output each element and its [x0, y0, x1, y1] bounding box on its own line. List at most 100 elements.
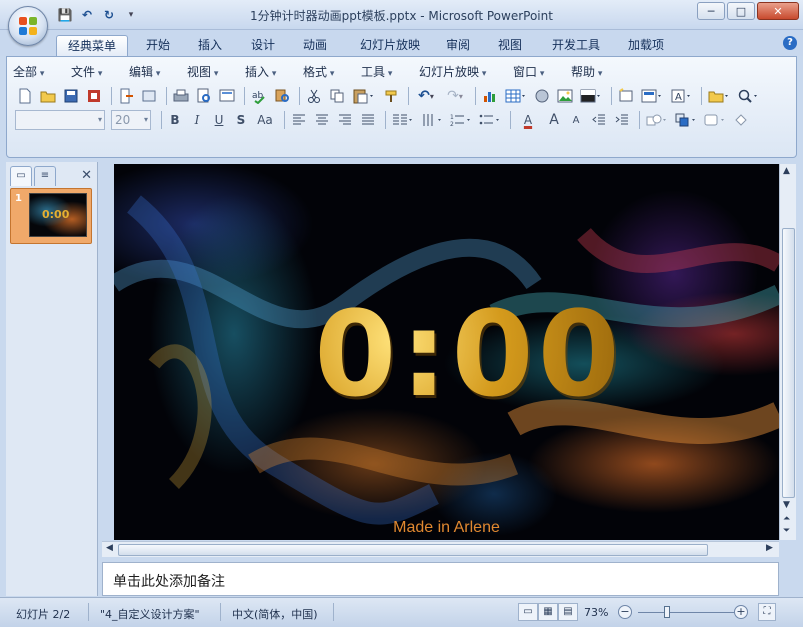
scroll-down-icon[interactable]: ▼ — [783, 500, 790, 510]
menu-file[interactable]: 文件 — [71, 63, 129, 81]
zoom-slider-track[interactable] — [638, 612, 734, 613]
folder-icon[interactable] — [706, 86, 732, 106]
open-icon[interactable] — [38, 86, 58, 106]
zoom-slider-thumb[interactable] — [664, 606, 670, 618]
fit-to-window-button[interactable]: ⛶ — [758, 603, 776, 621]
vertical-scrollbar[interactable]: ▲ ▼ ⏶ ⏷ — [779, 164, 796, 540]
research-icon[interactable] — [272, 86, 292, 106]
minimize-button[interactable]: ─ — [697, 2, 725, 20]
new-icon[interactable] — [15, 86, 35, 106]
increase-indent-icon[interactable] — [612, 110, 632, 130]
horizontal-scrollbar[interactable]: ◀ ▶ — [102, 541, 779, 557]
vertical-scroll-thumb[interactable] — [782, 228, 795, 498]
tab-view[interactable]: 视图 — [490, 35, 530, 56]
grow-font-button[interactable]: A — [545, 111, 563, 129]
shape-fill-icon[interactable] — [731, 110, 751, 130]
format-painter-icon[interactable] — [381, 86, 401, 106]
copy-icon[interactable] — [327, 86, 347, 106]
columns-icon[interactable] — [390, 110, 416, 130]
shapes-icon[interactable] — [644, 110, 670, 130]
insert-picture-icon[interactable] — [555, 86, 575, 106]
menu-all[interactable]: 全部 — [13, 63, 71, 81]
print-preview-icon[interactable] — [194, 86, 214, 106]
text-box-icon[interactable]: A — [668, 86, 694, 106]
slides-tab[interactable]: ▭ — [10, 166, 32, 186]
bold-button[interactable]: B — [166, 111, 184, 129]
zoom-level[interactable]: 73% — [584, 606, 608, 619]
tab-home[interactable]: 开始 — [138, 35, 178, 56]
arrange-icon[interactable] — [673, 110, 699, 130]
menu-help[interactable]: 帮助 — [571, 63, 621, 81]
scroll-left-icon[interactable]: ◀ — [106, 543, 113, 553]
spelling-icon[interactable]: ab — [249, 86, 269, 106]
decrease-indent-icon[interactable] — [589, 110, 609, 130]
numbering-icon[interactable]: 12 — [448, 110, 474, 130]
undo-icon[interactable]: ↶ ▾ — [413, 86, 439, 106]
zoom-in-button[interactable]: + — [734, 605, 748, 619]
notes-pane[interactable]: 单击此处添加备注 — [102, 562, 779, 596]
maximize-button[interactable]: □ — [727, 2, 755, 20]
previous-slide-icon[interactable]: ⏶ — [783, 514, 790, 524]
outline-tab[interactable]: ≡ — [34, 166, 56, 186]
normal-view-button[interactable]: ▭ — [518, 603, 538, 621]
slide-color-icon[interactable] — [578, 86, 604, 106]
menu-insert[interactable]: 插入 — [245, 63, 303, 81]
menu-format[interactable]: 格式 — [303, 63, 361, 81]
office-button[interactable] — [8, 6, 48, 46]
cut-icon[interactable] — [304, 86, 324, 106]
find-icon[interactable] — [735, 86, 761, 106]
slide-thumbnail[interactable]: 1 0:00 — [10, 188, 92, 244]
tab-addins[interactable]: 加载项 — [620, 35, 672, 56]
slide-design-icon[interactable] — [639, 86, 665, 106]
quick-styles-icon[interactable] — [702, 110, 728, 130]
menu-tools[interactable]: 工具 — [361, 63, 419, 81]
slide-layout-icon[interactable] — [217, 86, 237, 106]
tab-design[interactable]: 设计 — [243, 35, 283, 56]
permission-icon[interactable] — [84, 86, 104, 106]
change-case-button[interactable]: Aa — [254, 111, 276, 129]
tab-developer[interactable]: 开发工具 — [544, 35, 608, 56]
print-icon[interactable] — [171, 86, 191, 106]
theme-name[interactable]: "4_自定义设计方案" — [100, 606, 200, 622]
font-name-select[interactable]: ▾ — [15, 110, 105, 130]
save-icon[interactable] — [61, 86, 81, 106]
menu-view[interactable]: 视图 — [187, 63, 245, 81]
close-button[interactable]: ✕ — [757, 2, 799, 20]
credit-text[interactable]: Made in Arlene — [114, 519, 779, 537]
close-pane-icon[interactable]: ✕ — [81, 168, 92, 183]
language-indicator[interactable]: 中文(简体，中国) — [232, 606, 318, 622]
menu-slideshow[interactable]: 幻灯片放映 — [419, 63, 513, 81]
align-left-icon[interactable] — [289, 110, 309, 130]
new-slide-icon[interactable] — [616, 86, 636, 106]
scroll-up-icon[interactable]: ▲ — [783, 166, 790, 176]
zoom-out-button[interactable]: − — [618, 605, 632, 619]
font-color-button[interactable]: A — [515, 111, 541, 129]
underline-button[interactable]: U — [210, 111, 228, 129]
slide-canvas[interactable]: 0:00 0:00 Made in Arlene — [114, 164, 779, 540]
italic-button[interactable]: I — [188, 111, 206, 129]
font-size-select[interactable]: 20 ▾ — [111, 110, 151, 130]
tab-review[interactable]: 审阅 — [438, 35, 478, 56]
help-icon[interactable]: ? — [783, 36, 797, 50]
slideshow-view-button[interactable]: ▤ — [558, 603, 578, 621]
tab-slideshow[interactable]: 幻灯片放映 — [350, 35, 430, 56]
timer-display[interactable]: 0:00 — [284, 284, 654, 424]
tab-classic-menu[interactable]: 经典菜单 — [56, 35, 128, 56]
bullets-icon[interactable] — [477, 110, 503, 130]
align-center-icon[interactable] — [312, 110, 332, 130]
tab-insert[interactable]: 插入 — [190, 35, 230, 56]
align-right-icon[interactable] — [335, 110, 355, 130]
shadow-button[interactable]: S — [232, 111, 250, 129]
notes-placeholder[interactable]: 单击此处添加备注 — [113, 571, 225, 591]
slide-sorter-button[interactable]: ▦ — [538, 603, 558, 621]
justify-icon[interactable] — [358, 110, 378, 130]
menu-edit[interactable]: 编辑 — [129, 63, 187, 81]
menu-window[interactable]: 窗口 — [513, 63, 571, 81]
redo-icon[interactable]: ↷ ▾ — [442, 86, 468, 106]
next-slide-icon[interactable]: ⏷ — [783, 526, 790, 536]
insert-table-icon[interactable] — [503, 86, 529, 106]
tab-animations[interactable]: 动画 — [295, 35, 335, 56]
insert-chart-icon[interactable] — [480, 86, 500, 106]
scroll-right-icon[interactable]: ▶ — [766, 543, 773, 553]
paste-icon[interactable] — [350, 86, 378, 106]
